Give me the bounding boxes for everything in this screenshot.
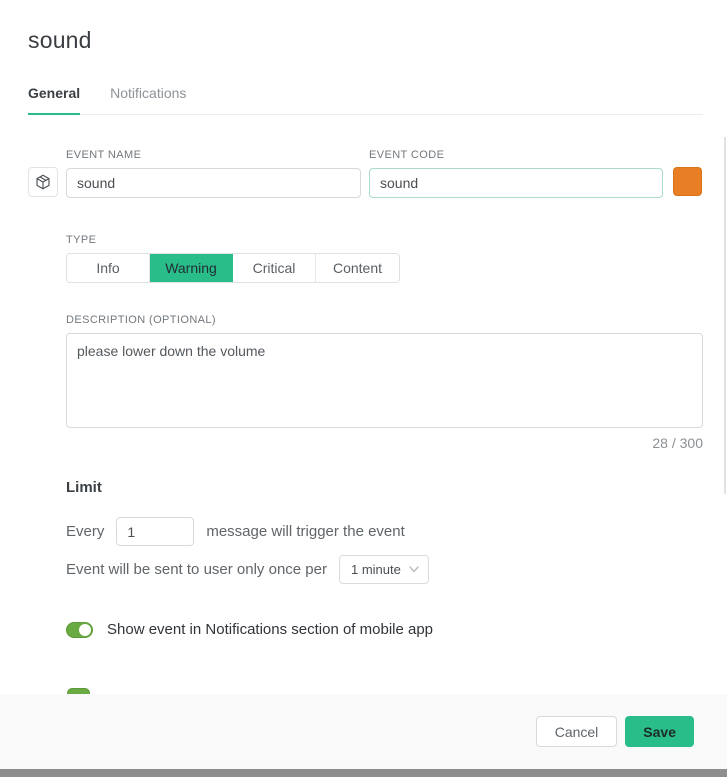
once-per-select[interactable]: 1 minute	[338, 555, 429, 584]
event-name-label: EVENT NAME	[66, 149, 142, 161]
every-suffix-text: message will trigger the event	[206, 523, 405, 540]
color-swatch[interactable]	[673, 167, 702, 196]
toggle-knob	[79, 623, 91, 636]
type-label: TYPE	[66, 234, 97, 246]
once-per-row: Event will be sent to user only once per…	[66, 555, 703, 584]
page-background-strip	[0, 769, 727, 777]
every-count-input[interactable]	[116, 517, 195, 546]
event-modal: sound General Notifications EVENT NAME E…	[0, 27, 727, 638]
once-per-selected-value: 1 minute	[350, 562, 401, 577]
once-per-label: Event will be sent to user only once per	[66, 561, 327, 578]
description-textarea[interactable]: please lower down the volume	[66, 333, 703, 428]
type-option-info[interactable]: Info	[67, 254, 150, 282]
limit-heading: Limit	[66, 479, 102, 496]
page-title: sound	[28, 27, 92, 53]
type-option-warning[interactable]: Warning	[150, 254, 233, 282]
event-code-field-block: EVENT CODE	[369, 149, 663, 198]
type-option-critical[interactable]: Critical	[233, 254, 316, 282]
cancel-button[interactable]: Cancel	[535, 716, 618, 747]
char-counter: 28 / 300	[652, 435, 703, 451]
type-section: TYPE Info Warning Critical Content	[66, 234, 703, 283]
every-prefix-text: Every	[66, 523, 105, 540]
cube-icon	[34, 173, 52, 191]
tab-general[interactable]: General	[28, 81, 81, 115]
type-option-content[interactable]: Content	[316, 254, 399, 282]
name-code-row: EVENT NAME EVENT CODE	[28, 149, 703, 198]
tab-bar: General Notifications	[28, 81, 703, 115]
show-in-notifications-toggle[interactable]	[66, 621, 93, 638]
description-label: DESCRIPTION (OPTIONAL)	[66, 314, 216, 326]
icon-picker-button[interactable]	[28, 167, 58, 197]
save-button[interactable]: Save	[625, 716, 694, 747]
every-message-row: Every message will trigger the event	[66, 517, 703, 546]
scrollbar[interactable]	[724, 137, 726, 494]
description-section: DESCRIPTION (OPTIONAL) please lower down…	[66, 314, 703, 451]
event-code-label: EVENT CODE	[369, 149, 445, 161]
event-name-field-block: EVENT NAME	[66, 149, 361, 198]
event-name-input[interactable]	[66, 168, 361, 198]
type-segmented-control: Info Warning Critical Content	[66, 253, 400, 283]
event-code-input[interactable]	[369, 168, 663, 198]
tab-notifications[interactable]: Notifications	[110, 81, 186, 115]
show-in-notifications-row: Show event in Notifications section of m…	[66, 621, 703, 638]
chevron-down-icon	[409, 566, 419, 573]
show-in-notifications-label: Show event in Notifications section of m…	[107, 621, 434, 638]
modal-footer: Cancel Save	[0, 694, 727, 769]
